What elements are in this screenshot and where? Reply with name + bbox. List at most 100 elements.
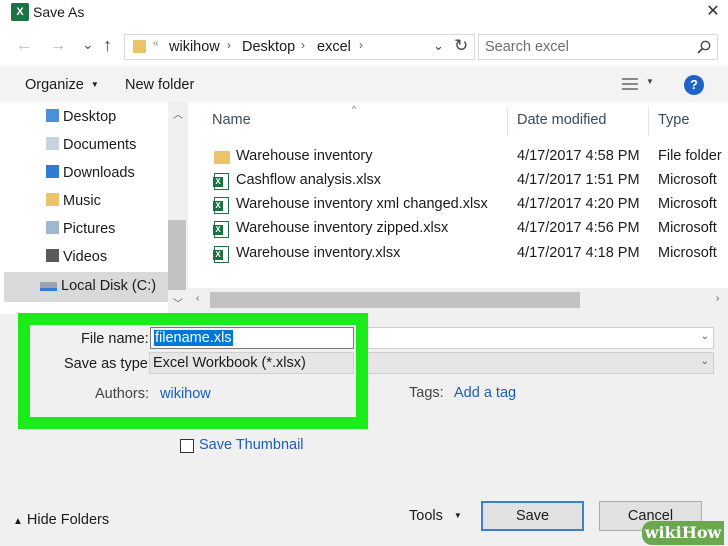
column-header-type[interactable]: Type	[658, 112, 689, 128]
pictures-folder-icon	[46, 221, 59, 234]
table-row[interactable]: Warehouse inventory zipped.xlsx 4/17/201…	[188, 217, 728, 241]
scroll-left-icon[interactable]: ‹	[196, 293, 199, 304]
file-name: Warehouse inventory	[236, 148, 373, 164]
back-arrow-icon[interactable]: ←	[16, 37, 32, 55]
wikihow-watermark: wikiHow	[642, 521, 724, 545]
column-divider[interactable]	[507, 106, 508, 136]
file-type: Microsoft	[658, 245, 717, 261]
file-name: Cashflow analysis.xlsx	[236, 172, 382, 188]
view-options-icon[interactable]	[622, 78, 638, 92]
column-divider[interactable]	[648, 106, 649, 136]
search-icon[interactable]	[697, 40, 711, 54]
view-dropdown-icon[interactable]: ▼	[646, 77, 654, 86]
sidebar-item-downloads[interactable]: Downloads	[46, 165, 135, 187]
table-row[interactable]: Warehouse inventory xml changed.xlsx 4/1…	[188, 193, 728, 217]
videos-folder-icon	[46, 249, 59, 262]
breadcrumb-separator-icon: ›	[227, 38, 231, 52]
scroll-up-icon[interactable]: ︿	[173, 106, 183, 121]
forward-arrow-icon[interactable]: →	[50, 37, 66, 55]
file-name-input[interactable]: filename.xls	[154, 330, 233, 346]
save-type-select[interactable]: Excel Workbook (*.xlsx)	[149, 352, 354, 374]
chevron-down-icon[interactable]: ⌄	[433, 38, 444, 54]
breadcrumb-overflow-icon: «	[153, 38, 159, 49]
save-type-label: Save as type:	[64, 356, 152, 372]
refresh-icon[interactable]: ↻	[454, 36, 468, 56]
tags-label: Tags:	[409, 385, 444, 401]
file-type: Microsoft	[658, 196, 717, 212]
file-type: File folder	[658, 148, 722, 164]
search-box[interactable]: Search excel	[478, 34, 718, 60]
tools-button[interactable]: Tools ▼	[409, 508, 462, 524]
file-name: Warehouse inventory zipped.xlsx	[236, 220, 449, 236]
file-date: 4/17/2017 4:20 PM	[517, 196, 640, 212]
column-header-date[interactable]: Date modified	[517, 112, 606, 128]
toolbar	[0, 66, 728, 102]
save-type-value: Excel Workbook (*.xlsx)	[153, 355, 306, 371]
recent-locations-chevron-icon[interactable]: ⌄	[82, 36, 94, 53]
horizontal-scrollbar[interactable]: ‹ ›	[188, 288, 728, 312]
breadcrumb-item[interactable]: wikihow	[169, 39, 220, 55]
authors-value[interactable]: wikihow	[160, 386, 211, 402]
desktop-folder-icon	[46, 109, 59, 122]
sort-ascending-icon: ^	[352, 104, 357, 114]
table-row[interactable]: Cashflow analysis.xlsx 4/17/2017 1:51 PM…	[188, 169, 728, 193]
documents-folder-icon	[46, 137, 59, 150]
file-date: 4/17/2017 1:51 PM	[517, 172, 640, 188]
authors-label: Authors:	[95, 386, 149, 402]
column-header-name[interactable]: Name	[212, 112, 251, 128]
navigation-pane: Desktop Documents Downloads Music Pictur…	[0, 102, 186, 314]
title-bar	[0, 0, 728, 26]
window-title: Save As	[33, 4, 85, 20]
sidebar-item-local-disk[interactable]: Local Disk (C:)	[40, 278, 156, 300]
excel-file-icon	[213, 246, 229, 263]
music-folder-icon	[46, 193, 59, 206]
scrollbar-thumb[interactable]	[168, 220, 186, 290]
add-tag-link[interactable]: Add a tag	[454, 385, 516, 401]
excel-file-icon	[213, 173, 229, 190]
breadcrumb-separator-icon: ›	[301, 38, 305, 52]
hide-folders-button[interactable]: ▲ Hide Folders	[13, 512, 109, 528]
scroll-right-icon[interactable]: ›	[716, 293, 719, 304]
dropdown-arrow-icon: ▼	[90, 80, 99, 89]
scroll-down-icon[interactable]: ﹀	[173, 295, 183, 310]
table-row[interactable]: Warehouse inventory 4/17/2017 4:58 PM Fi…	[188, 145, 728, 169]
folder-icon	[133, 40, 146, 53]
close-icon[interactable]: ✕	[700, 0, 726, 24]
dropdown-arrow-icon: ▼	[453, 511, 462, 520]
save-button[interactable]: Save	[481, 501, 584, 531]
file-name: Warehouse inventory.xlsx	[236, 245, 401, 261]
new-folder-button[interactable]: New folder	[125, 77, 194, 93]
save-thumbnail-checkbox[interactable]	[180, 439, 194, 453]
search-input[interactable]: Search excel	[485, 39, 569, 55]
organize-button[interactable]: Organize ▼	[25, 77, 99, 93]
folder-icon	[214, 151, 230, 164]
save-type-dropdown-extension[interactable]: ⌄	[360, 352, 714, 374]
file-name-dropdown[interactable]: ⌄	[360, 327, 714, 349]
help-icon[interactable]: ?	[684, 75, 704, 95]
save-thumbnail-label[interactable]: Save Thumbnail	[199, 437, 304, 453]
file-type: Microsoft	[658, 172, 717, 188]
sidebar-item-videos[interactable]: Videos	[46, 249, 107, 271]
breadcrumb-item[interactable]: excel	[317, 39, 351, 55]
scrollbar-thumb[interactable]	[210, 292, 580, 308]
sidebar-item-documents[interactable]: Documents	[46, 137, 136, 159]
sidebar-scrollbar[interactable]: ︿ ﹀	[168, 102, 186, 314]
sidebar-item-pictures[interactable]: Pictures	[46, 221, 115, 243]
chevron-down-icon[interactable]: ⌄	[701, 331, 709, 342]
up-arrow-icon[interactable]: ↑	[103, 35, 112, 56]
file-date: 4/17/2017 4:58 PM	[517, 148, 640, 164]
drive-icon	[40, 282, 57, 291]
sidebar-item-desktop[interactable]: Desktop	[46, 109, 116, 131]
file-date: 4/17/2017 4:56 PM	[517, 220, 640, 236]
table-row[interactable]: Warehouse inventory.xlsx 4/17/2017 4:18 …	[188, 242, 728, 266]
file-date: 4/17/2017 4:18 PM	[517, 245, 640, 261]
address-bar[interactable]: « wikihow › Desktop › excel › ⌄ ↻	[124, 34, 475, 60]
chevron-down-icon[interactable]: ⌄	[701, 356, 709, 367]
chevron-up-icon: ▲	[13, 516, 23, 527]
excel-file-icon	[213, 221, 229, 238]
breadcrumb-item[interactable]: Desktop	[242, 39, 295, 55]
breadcrumb-separator-icon: ›	[359, 38, 363, 52]
sidebar-item-music[interactable]: Music	[46, 193, 101, 215]
file-name-field[interactable]: filename.xls	[150, 327, 354, 349]
file-name-label: File name:	[81, 331, 149, 347]
